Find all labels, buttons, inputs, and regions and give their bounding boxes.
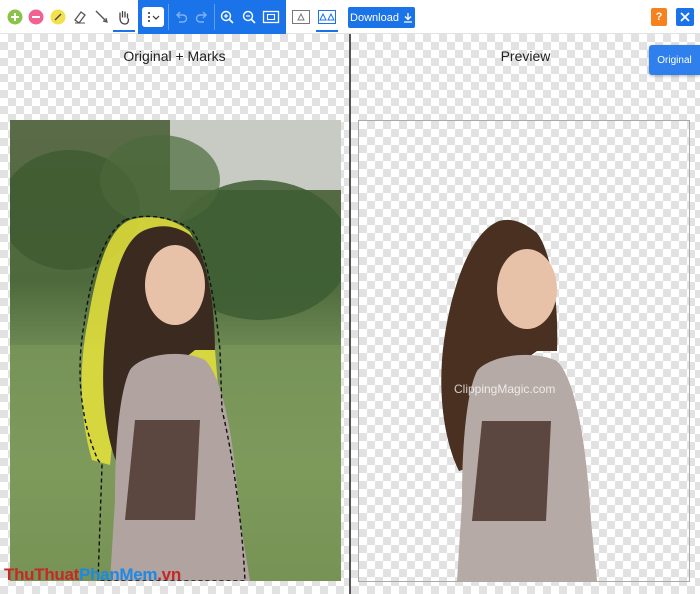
preview-watermark: ClippingMagic.com (454, 382, 556, 396)
view-split-icon[interactable] (318, 7, 336, 27)
toolbar-separator (168, 4, 169, 30)
cutout-illustration (441, 219, 597, 581)
zoom-out-icon[interactable] (239, 7, 259, 27)
more-options-button[interactable] (142, 7, 164, 27)
watermark-part4: .vn (157, 565, 181, 584)
add-icon[interactable] (5, 7, 25, 27)
close-icon (680, 12, 690, 22)
undo-icon[interactable] (171, 7, 191, 27)
help-button[interactable]: ? (651, 8, 667, 26)
view-single-icon[interactable] (292, 7, 310, 27)
toolbar: Download ? (0, 0, 700, 34)
original-photo[interactable] (10, 120, 341, 581)
scalpel-icon[interactable] (92, 7, 112, 27)
zoom-in-icon[interactable] (217, 7, 237, 27)
site-watermark: ThuThuatPhanMem.vn (4, 565, 181, 585)
eraser-icon[interactable] (70, 7, 90, 27)
redo-icon[interactable] (192, 7, 212, 27)
watermark-part2: Thuat (34, 565, 80, 584)
preview-image[interactable] (358, 120, 690, 582)
download-label: Download (350, 11, 399, 24)
panel-title-original: Original + Marks (123, 48, 226, 64)
split-active-indicator (316, 30, 338, 32)
download-icon (403, 13, 412, 23)
remove-icon[interactable] (26, 7, 46, 27)
fit-screen-icon[interactable] (261, 7, 281, 27)
marker-icon[interactable] (48, 7, 68, 27)
hand-active-indicator (113, 30, 135, 32)
photo-illustration (10, 120, 341, 581)
hand-icon[interactable] (114, 7, 134, 27)
close-button[interactable] (676, 8, 694, 26)
watermark-part1: Thu (4, 565, 35, 584)
original-toggle-button[interactable]: Original (649, 45, 700, 75)
download-button[interactable]: Download (348, 7, 415, 28)
watermark-part3: PhanMem (79, 565, 158, 584)
toolbar-separator (214, 4, 215, 30)
panel-title-preview: Preview (500, 48, 551, 64)
